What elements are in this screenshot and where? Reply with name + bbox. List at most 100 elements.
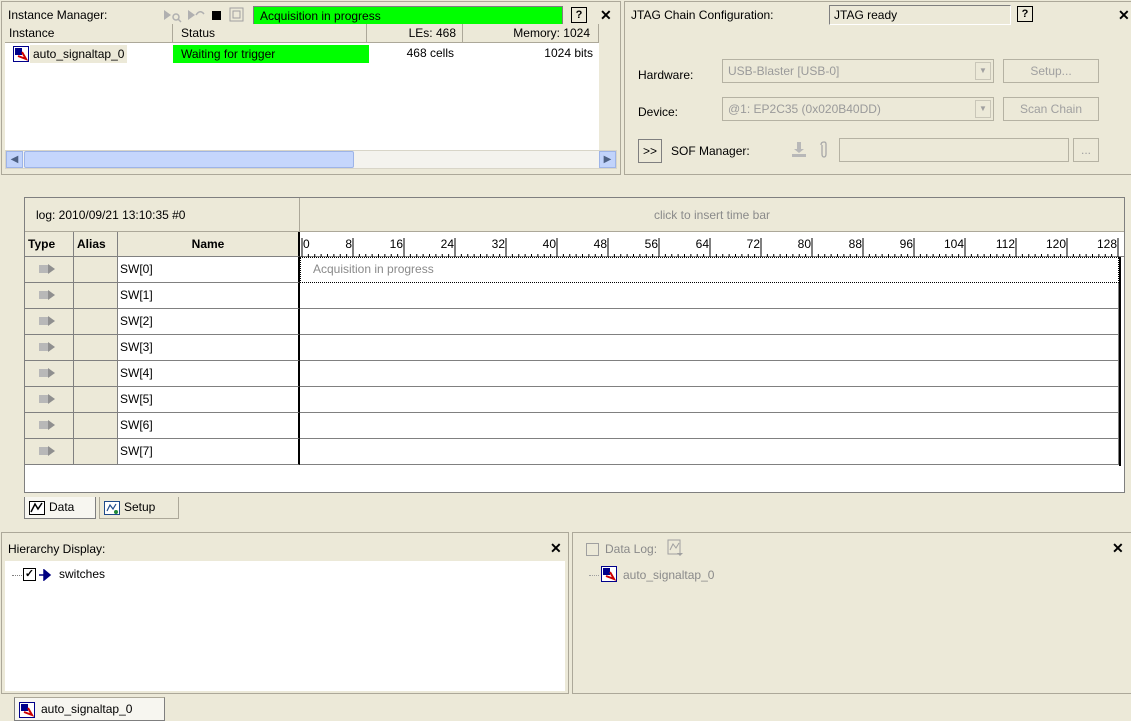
column-header-les[interactable]: LEs: 468 bbox=[367, 24, 463, 43]
run-analysis-icon[interactable] bbox=[186, 7, 206, 23]
scroll-thumb[interactable] bbox=[24, 151, 354, 168]
signal-row[interactable]: SW[7] bbox=[25, 439, 1119, 465]
signal-alias-cell[interactable] bbox=[74, 439, 118, 465]
signal-name-cell[interactable]: SW[1] bbox=[118, 283, 300, 309]
signal-alias-cell[interactable] bbox=[74, 387, 118, 413]
input-pin-icon bbox=[39, 394, 55, 404]
signal-name-cell[interactable]: SW[5] bbox=[118, 387, 300, 413]
scroll-left-button[interactable]: ◀ bbox=[6, 151, 23, 168]
signal-alias-cell[interactable] bbox=[74, 283, 118, 309]
ruler-label: 24 bbox=[441, 237, 455, 251]
signal-waveform-cell[interactable] bbox=[300, 283, 1119, 309]
ruler-label: 0 bbox=[303, 237, 310, 251]
read-data-icon[interactable] bbox=[229, 7, 245, 23]
time-bar-hint: click to insert time bar bbox=[653, 208, 771, 222]
data-log-checkbox[interactable] bbox=[586, 543, 599, 556]
autorun-analysis-icon[interactable] bbox=[162, 7, 182, 23]
signal-row[interactable]: SW[3] bbox=[25, 335, 1119, 361]
time-ruler[interactable]: 0 8 16 24 32 40 48 56 64 72 80 88 96 104 112 120 128 bbox=[300, 232, 1124, 257]
signal-row[interactable]: SW[5] bbox=[25, 387, 1119, 413]
tab-data-label: Data bbox=[49, 500, 75, 514]
stop-analysis-icon[interactable] bbox=[212, 11, 221, 20]
signal-name-cell[interactable]: SW[0] bbox=[118, 257, 300, 283]
chevron-down-icon[interactable]: ▼ bbox=[975, 62, 991, 80]
help-icon[interactable]: ? bbox=[571, 7, 587, 23]
signal-alias-cell[interactable] bbox=[74, 413, 118, 439]
close-icon[interactable]: ✕ bbox=[1118, 8, 1130, 22]
close-icon[interactable]: ✕ bbox=[550, 541, 562, 555]
signal-row[interactable]: SW[4] bbox=[25, 361, 1119, 387]
signal-waveform-cell[interactable] bbox=[300, 439, 1119, 465]
scroll-right-button[interactable]: ▶ bbox=[599, 151, 616, 168]
signal-waveform-cell[interactable] bbox=[300, 335, 1119, 361]
instance-manager-panel: Instance Manager: Acquisition in progres… bbox=[1, 1, 621, 175]
tab-data[interactable]: Data bbox=[24, 497, 96, 519]
close-icon[interactable]: ✕ bbox=[600, 8, 612, 22]
hierarchy-item-switches[interactable]: switches bbox=[59, 567, 105, 581]
signal-alias-cell[interactable] bbox=[74, 361, 118, 387]
tree-connector bbox=[12, 575, 22, 576]
hierarchy-checkbox[interactable]: ✓ bbox=[23, 568, 36, 581]
signal-waveform-cell[interactable]: Acquisition in progress bbox=[300, 257, 1119, 283]
signal-waveform-cell[interactable] bbox=[300, 387, 1119, 413]
signal-name-cell[interactable]: SW[3] bbox=[118, 335, 300, 361]
browse-button[interactable]: ... bbox=[1073, 138, 1099, 162]
data-log-icon[interactable] bbox=[667, 539, 685, 557]
signal-type-cell bbox=[25, 335, 74, 361]
signal-name-cell[interactable]: SW[4] bbox=[118, 361, 300, 387]
scan-chain-button[interactable]: Scan Chain bbox=[1003, 97, 1099, 121]
device-combo[interactable]: @1: EP2C35 (0x020B40DD) ▼ bbox=[722, 97, 994, 121]
signal-alias-cell[interactable] bbox=[74, 335, 118, 361]
expand-sof-button[interactable]: >> bbox=[638, 139, 662, 163]
signal-waveform-cell[interactable] bbox=[300, 309, 1119, 335]
column-header-type[interactable]: Type bbox=[25, 232, 74, 257]
setup-icon bbox=[104, 500, 120, 515]
ruler-ticks: 0 8 16 24 32 40 48 56 64 72 80 88 96 104 112 120 128 bbox=[301, 237, 1119, 257]
attachment-icon[interactable] bbox=[818, 141, 830, 159]
time-bar-area[interactable]: click to insert time bar bbox=[300, 198, 1124, 232]
close-icon[interactable]: ✕ bbox=[1112, 541, 1124, 555]
signal-row[interactable]: SW[2] bbox=[25, 309, 1119, 335]
column-header-status[interactable]: Status bbox=[173, 24, 367, 43]
waveform-data-icon bbox=[29, 500, 45, 515]
signal-name-cell[interactable]: SW[6] bbox=[118, 413, 300, 439]
signal-name: SW[5] bbox=[120, 392, 153, 406]
signal-row[interactable]: SW[6] bbox=[25, 413, 1119, 439]
ruler-label: 104 bbox=[944, 237, 964, 251]
hierarchy-panel: Hierarchy Display: ✕ ✓ switches bbox=[1, 532, 569, 694]
tab-auto-signaltap[interactable]: auto_signaltap_0 bbox=[14, 697, 165, 721]
ruler-label: 88 bbox=[849, 237, 863, 251]
hardware-value: USB-Blaster [USB-0] bbox=[728, 64, 840, 78]
ruler-label: 64 bbox=[696, 237, 710, 251]
input-pin-icon bbox=[39, 368, 55, 378]
signal-row[interactable]: SW[0] Acquisition in progress bbox=[25, 257, 1119, 283]
column-header-memory[interactable]: Memory: 1024 bbox=[463, 24, 599, 43]
signal-waveform-cell[interactable] bbox=[300, 361, 1119, 387]
ruler-label: 128 bbox=[1097, 237, 1117, 251]
tab-setup[interactable]: Setup bbox=[99, 497, 179, 519]
chevron-down-icon[interactable]: ▼ bbox=[975, 100, 991, 118]
ruler-label: 48 bbox=[594, 237, 608, 251]
instance-row[interactable]: auto_signaltap_0 Waiting for trigger 468… bbox=[5, 44, 599, 64]
signal-row[interactable]: SW[1] bbox=[25, 283, 1119, 309]
setup-button[interactable]: Setup... bbox=[1003, 59, 1099, 83]
sof-file-field[interactable] bbox=[839, 138, 1069, 162]
help-icon[interactable]: ? bbox=[1017, 6, 1033, 22]
hardware-combo[interactable]: USB-Blaster [USB-0] ▼ bbox=[722, 59, 994, 83]
column-header-instance[interactable]: Instance bbox=[5, 24, 173, 43]
column-header-alias[interactable]: Alias bbox=[74, 232, 118, 257]
column-header-name[interactable]: Name bbox=[118, 232, 300, 257]
signal-waveform-cell[interactable] bbox=[300, 413, 1119, 439]
ruler-label: 8 bbox=[345, 237, 352, 251]
horizontal-scrollbar[interactable]: ◀ ▶ bbox=[5, 150, 617, 169]
program-device-icon[interactable] bbox=[790, 141, 808, 159]
signal-name-cell[interactable]: SW[2] bbox=[118, 309, 300, 335]
ruler-label: 120 bbox=[1046, 237, 1066, 251]
signal-alias-cell[interactable] bbox=[74, 257, 118, 283]
signal-alias-cell[interactable] bbox=[74, 309, 118, 335]
instance-les: 468 cells bbox=[406, 46, 454, 60]
waveform-panel: log: 2010/09/21 13:10:35 #0 click to ins… bbox=[24, 197, 1125, 493]
data-log-item[interactable]: auto_signaltap_0 bbox=[623, 568, 714, 582]
signal-name-cell[interactable]: SW[7] bbox=[118, 439, 300, 465]
log-label: log: 2010/09/21 13:10:35 #0 bbox=[36, 208, 186, 222]
